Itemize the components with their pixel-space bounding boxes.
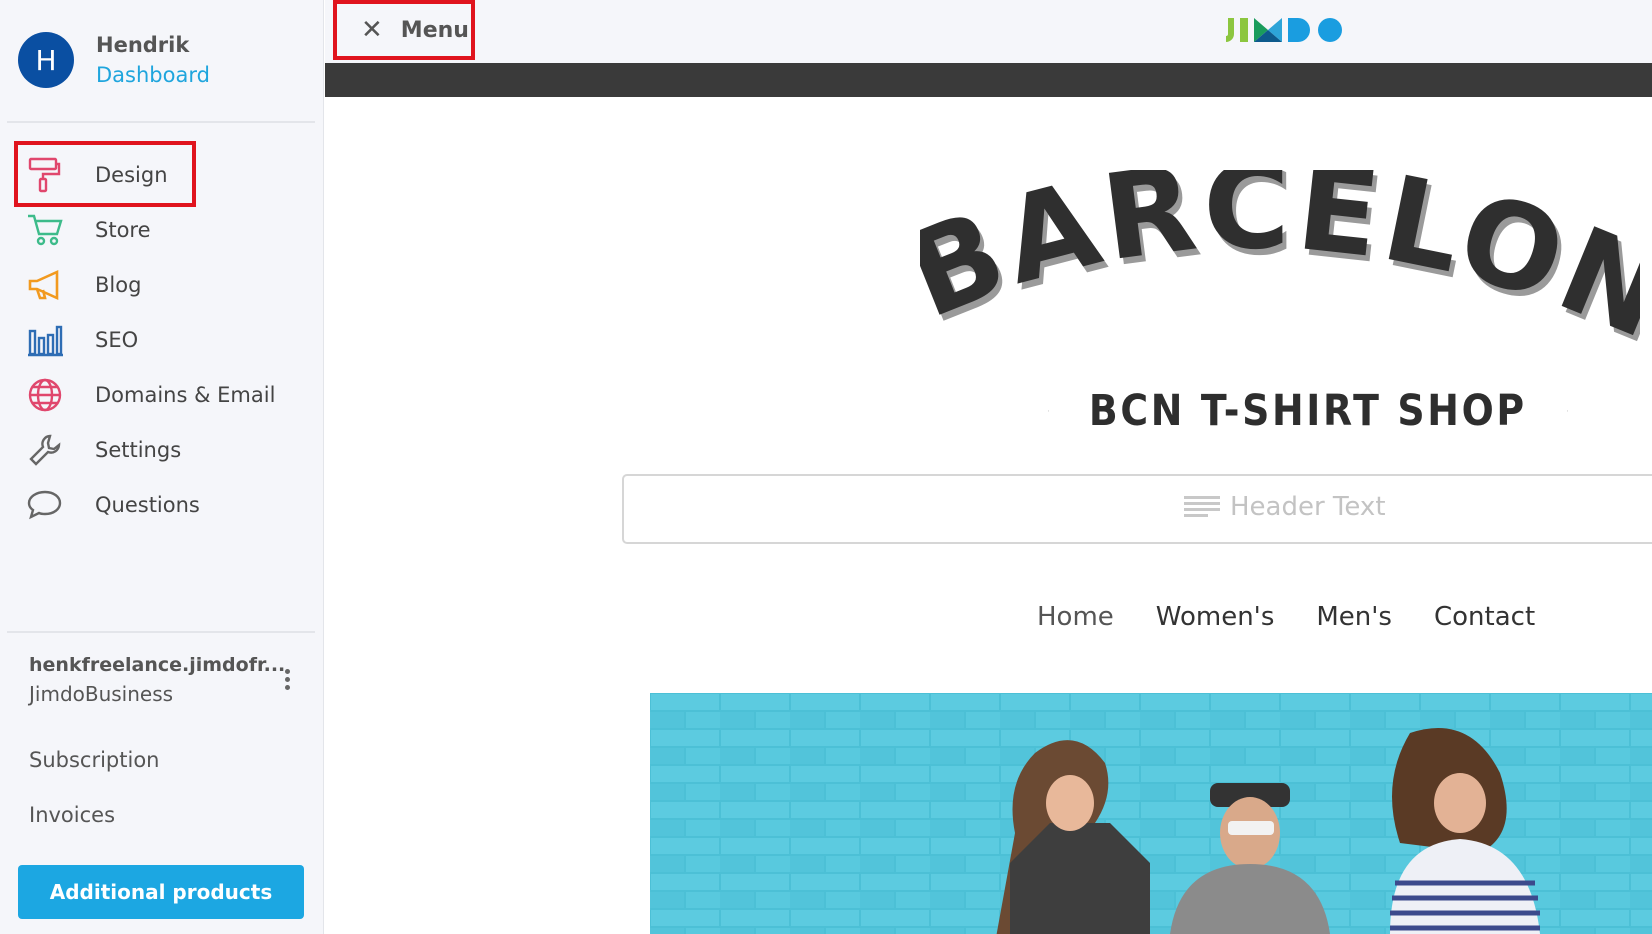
sidebar-item-questions[interactable]: Questions: [0, 477, 324, 532]
sidebar-item-seo[interactable]: SEO: [0, 312, 324, 367]
header-placeholder-text: Header Text: [1230, 492, 1386, 522]
menu-close-button[interactable]: ✕ Menu: [333, 0, 475, 60]
site-top-strip: [325, 63, 1652, 97]
cart-icon: [26, 211, 64, 249]
bar-chart-icon: [26, 321, 64, 359]
site-navigation: Home Women's Men's Contact: [1037, 602, 1577, 632]
megaphone-icon: [26, 266, 64, 304]
sidebar-item-store[interactable]: Store: [0, 202, 324, 257]
user-name: Hendrik: [96, 33, 190, 57]
sidebar-item-domains[interactable]: Domains & Email: [0, 367, 324, 422]
globe-icon: [26, 376, 64, 414]
divider: [7, 121, 315, 123]
user-profile: H Hendrik Dashboard: [18, 32, 210, 88]
sidebar-item-blog[interactable]: Blog: [0, 257, 324, 312]
heart-icon: [1048, 410, 1050, 412]
site-nav-womens[interactable]: Women's: [1156, 602, 1275, 632]
site-nav-contact[interactable]: Contact: [1434, 602, 1535, 632]
sidebar-item-label: Questions: [95, 492, 200, 517]
text-lines-icon: [1184, 496, 1220, 517]
avatar[interactable]: H: [18, 32, 74, 88]
sidebar-item-label: Settings: [95, 437, 182, 462]
sidebar-item-label: SEO: [95, 327, 139, 352]
speech-bubble-icon: [26, 486, 64, 524]
svg-text:BARCELONA: BARCELONA: [920, 170, 1640, 367]
header-text-placeholder: Header Text: [1184, 492, 1386, 522]
menu-label: Menu: [400, 17, 469, 43]
sidebar-item-settings[interactable]: Settings: [0, 422, 324, 477]
jimdo-logo-mark: [1226, 18, 1342, 42]
wrench-icon: [26, 431, 64, 469]
divider: [7, 631, 315, 633]
site-info: henkfreelance.jimdofr... JimdoBusiness: [29, 654, 299, 706]
site-nav-home[interactable]: Home: [1037, 602, 1114, 632]
site-title-graphic: BARCELONA BARCELONA: [872, 60, 1652, 373]
sidebar: H Hendrik Dashboard Design Store Blog SE…: [0, 0, 324, 934]
additional-products-button[interactable]: Additional products: [18, 865, 304, 919]
subtitle-text: BCN T-SHIRT SHOP: [1089, 386, 1527, 436]
dashboard-link[interactable]: Dashboard: [96, 63, 210, 87]
site-subtitle[interactable]: BCN T-SHIRT SHOP: [1048, 386, 1568, 436]
heart-icon: [1566, 410, 1568, 412]
site-plan: JimdoBusiness: [29, 682, 174, 706]
site-title[interactable]: BARCELONA BARCELONA: [872, 60, 1652, 373]
subscription-link[interactable]: Subscription: [29, 748, 159, 772]
site-nav-mens[interactable]: Men's: [1316, 602, 1392, 632]
close-icon: ✕: [361, 15, 383, 45]
header-text-field[interactable]: Header Text: [622, 474, 1652, 544]
hero-photo: [650, 693, 1652, 934]
design-highlight: [14, 141, 196, 207]
sidebar-item-label: Store: [95, 217, 151, 242]
jimdo-logo[interactable]: [1222, 14, 1350, 46]
sidebar-item-label: Domains & Email: [95, 382, 276, 407]
hero-image[interactable]: [650, 693, 1652, 934]
more-options-icon[interactable]: [283, 668, 291, 692]
sidebar-item-label: Blog: [95, 272, 142, 297]
invoices-link[interactable]: Invoices: [29, 803, 115, 827]
top-bar: [325, 0, 1652, 63]
site-domain: henkfreelance.jimdofr...: [29, 654, 286, 676]
